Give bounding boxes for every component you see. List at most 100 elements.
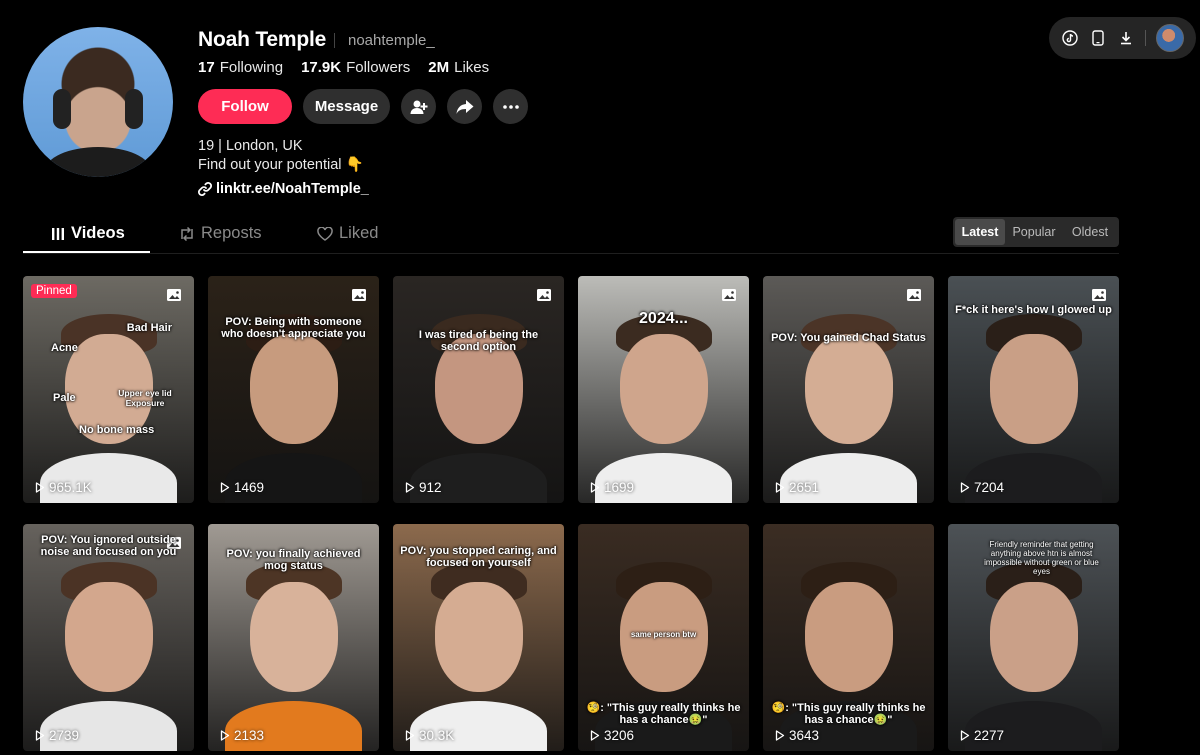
video-caption-overlay: POV: you finally achieved mog status <box>226 548 361 572</box>
thumbnail-shirt <box>595 453 732 503</box>
stat-label: Followers <box>346 59 411 76</box>
thumbnail-shirt <box>225 701 362 751</box>
download-icon <box>1121 32 1131 45</box>
video-caption-overlay: 🧐: "This guy really thinks he has a chan… <box>771 702 926 726</box>
thumbnail-shirt <box>410 453 547 503</box>
video-card[interactable]: POV: you finally achieved mog status 2133 <box>208 524 379 751</box>
video-card[interactable]: POV: Being with someone who doesn't appr… <box>208 276 379 503</box>
link-icon <box>198 182 212 196</box>
play-icon <box>35 482 45 493</box>
more-options-button[interactable] <box>493 89 528 124</box>
video-caption-overlay: I was tired of being the second option <box>418 329 539 353</box>
photo-post-icon <box>907 289 921 301</box>
tab-liked[interactable]: Liked <box>317 224 378 243</box>
sort-popular[interactable]: Popular <box>1005 219 1063 245</box>
tiktok-app-button[interactable] <box>1061 29 1079 47</box>
view-count-value: 2739 <box>49 728 80 743</box>
tab-label: Liked <box>339 224 379 242</box>
sort-latest[interactable]: Latest <box>955 219 1005 245</box>
stat-followers[interactable]: 17.9K Followers <box>301 59 410 76</box>
thumbnail-shirt <box>780 453 917 503</box>
view-count: 1469 <box>220 480 264 495</box>
thumbnail-face <box>249 334 338 444</box>
view-count: 3643 <box>775 728 819 743</box>
handle-divider <box>334 33 335 48</box>
view-count-value: 1469 <box>234 480 265 495</box>
photo-post-icon <box>722 289 736 301</box>
video-caption-overlay: No bone mass <box>79 424 155 436</box>
thumbnail-shirt <box>225 453 362 503</box>
thumbnail-face <box>434 582 523 692</box>
view-count: 912 <box>405 480 442 495</box>
top-toolbar <box>1049 17 1196 59</box>
thumbnail-face <box>249 582 338 692</box>
suggested-accounts-button[interactable] <box>401 89 436 124</box>
video-card[interactable]: I was tired of being the second option 91… <box>393 276 564 503</box>
video-caption-overlay: 🧐: "This guy really thinks he has a chan… <box>586 702 741 726</box>
video-caption-overlay: Bad Hair <box>126 322 172 334</box>
play-icon <box>960 730 970 741</box>
video-card[interactable]: POV: you stopped caring, and focused on … <box>393 524 564 751</box>
toolbar-divider <box>1145 30 1146 46</box>
play-icon <box>35 730 45 741</box>
play-icon <box>775 730 785 741</box>
video-card[interactable]: same person btw 🧐: "This guy really think… <box>578 524 749 751</box>
video-caption-overlay: Acne <box>51 342 78 354</box>
view-count-value: 1699 <box>604 480 635 495</box>
follow-button[interactable]: Follow <box>198 89 292 124</box>
play-icon <box>590 730 600 741</box>
download-button[interactable] <box>1117 29 1135 47</box>
view-count: 7204 <box>960 480 1004 495</box>
profile-actions: Follow Message <box>198 89 528 124</box>
stat-following[interactable]: 17 Following <box>198 59 283 76</box>
share-button[interactable] <box>447 89 482 124</box>
video-caption-overlay: POV: You gained Chad Status <box>771 332 926 344</box>
tab-reposts[interactable]: Reposts <box>179 224 262 243</box>
avatar-headphone-left <box>53 89 71 129</box>
video-caption-overlay: Friendly reminder that getting anything … <box>984 540 1099 576</box>
view-count-value: 2133 <box>234 728 265 743</box>
user-avatar[interactable] <box>1156 24 1184 52</box>
profile-link[interactable]: linktr.ee/NoahTemple_ <box>198 181 369 197</box>
stat-value: 17.9K <box>301 59 342 76</box>
tab-label: Reposts <box>201 224 262 242</box>
play-icon <box>775 482 785 493</box>
tiktok-icon <box>1062 30 1078 46</box>
sort-oldest[interactable]: Oldest <box>1063 219 1117 245</box>
view-count: 2739 <box>35 728 79 743</box>
phone-icon <box>1092 30 1104 46</box>
profile-avatar[interactable] <box>23 27 173 177</box>
view-count-value: 3206 <box>604 728 635 743</box>
thumbnail-shirt <box>965 701 1102 751</box>
video-caption-overlay: POV: you stopped caring, and focused on … <box>400 545 557 569</box>
profile-bio: 19 | London, UK Find out your potential … <box>198 137 364 175</box>
tab-label: Videos <box>71 224 125 242</box>
grid-icon <box>52 227 64 240</box>
thumbnail-shirt <box>965 453 1102 503</box>
view-count-value: 2651 <box>789 480 820 495</box>
thumbnail-face <box>804 582 893 692</box>
profile-name: Noah Temple <box>198 28 327 51</box>
view-count-value: 30.3K <box>419 728 455 743</box>
video-card[interactable]: POV: You gained Chad Status 2651 <box>763 276 934 503</box>
video-card[interactable]: 🧐: "This guy really thinks he has a chan… <box>763 524 934 751</box>
video-card[interactable]: F*ck it here's how I glowed up 7204 <box>948 276 1119 503</box>
video-card[interactable]: 2024... 1699 <box>578 276 749 503</box>
view-count-value: 3643 <box>789 728 820 743</box>
thumbnail-face <box>804 334 893 444</box>
play-icon <box>960 482 970 493</box>
repost-icon <box>181 226 193 241</box>
mobile-app-button[interactable] <box>1089 29 1107 47</box>
video-card[interactable]: POV: You ignored outside noise and focus… <box>23 524 194 751</box>
stat-value: 2M <box>428 59 450 76</box>
message-button[interactable]: Message <box>303 89 390 124</box>
video-card[interactable]: Friendly reminder that getting anything … <box>948 524 1119 751</box>
add-user-icon <box>410 100 427 114</box>
thumbnail-face <box>989 582 1078 692</box>
stat-label: Likes <box>454 59 490 76</box>
video-caption-overlay: same person btw <box>630 630 697 639</box>
video-card[interactable]: Pinned Bad Hair Acne Pale Upper eye lid Expo… <box>23 276 194 503</box>
video-caption-overlay: POV: Being with someone who doesn't appr… <box>221 316 366 340</box>
tab-videos[interactable]: Videos <box>51 224 125 243</box>
photo-post-icon <box>537 289 551 301</box>
